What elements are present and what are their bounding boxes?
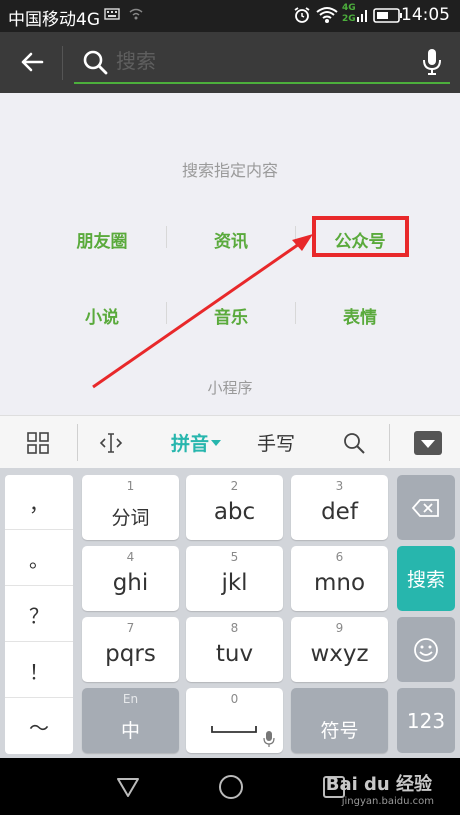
back-button[interactable]: [10, 44, 54, 80]
key-number: 4: [126, 550, 135, 564]
key-number: 6: [335, 550, 344, 564]
wifi-icon: [316, 6, 338, 28]
nav-back-button[interactable]: [108, 772, 148, 802]
key-8[interactable]: 8 tuv: [186, 617, 283, 682]
screen: 中国移动4G 4G 2G 14:05 搜索 搜索指定内容 朋友圈 资讯 公众号 …: [0, 0, 460, 815]
key-number: 5: [230, 550, 239, 564]
punct-key-period[interactable]: 。: [5, 531, 73, 586]
battery-icon: [373, 8, 403, 28]
search-icon: [82, 49, 108, 79]
keyboard-search-button[interactable]: [332, 416, 376, 469]
back-arrow-icon: [21, 52, 44, 72]
alarm-icon: [293, 6, 311, 28]
circle-home-icon: [219, 775, 243, 799]
key-number: 1: [126, 479, 135, 493]
space-key[interactable]: 0: [186, 688, 283, 753]
keyboard-status-icon: [104, 6, 120, 25]
keyboard-toolbar: 拼音 手写: [0, 415, 460, 468]
key-number: 2: [230, 479, 239, 493]
key-number: 9: [335, 621, 344, 635]
key-7[interactable]: 7 pqrs: [82, 617, 179, 682]
number-key[interactable]: 123: [397, 688, 455, 753]
triangle-back-icon: [117, 778, 139, 797]
watermark-brand: Bai du 经验: [325, 774, 432, 795]
nav-home-button[interactable]: [211, 772, 251, 802]
punct-key-tilde[interactable]: ～: [5, 699, 73, 754]
punctuation-column: ， 。 ？ ！ ～: [5, 475, 73, 754]
keyboard: ， 。 ？ ！ ～ 1 分词 2 abc 3 def 4 ghi 5 jkl 6…: [0, 468, 460, 758]
keyboard-menu-button[interactable]: [12, 416, 64, 469]
search-box[interactable]: [74, 40, 450, 84]
backspace-icon: [411, 498, 439, 517]
key-label: wxyz: [310, 641, 369, 667]
carrier-label: 中国移动4G: [8, 10, 100, 30]
clock: 14:05: [401, 5, 450, 25]
status-bar: 中国移动4G 4G 2G 14:05: [0, 0, 460, 32]
emoji-key[interactable]: [397, 617, 455, 682]
key-label: 中: [120, 720, 140, 742]
key-label: 符号: [320, 720, 359, 742]
key-label: tuv: [215, 641, 254, 667]
punct-key-question[interactable]: ？: [5, 587, 73, 642]
cursor-icon: [99, 432, 123, 453]
search-icon: [344, 432, 365, 454]
key-sublabel: En: [122, 692, 139, 706]
key-label: mno: [313, 570, 366, 596]
key-label: 分词: [111, 507, 150, 529]
toolbar-divider: [389, 424, 390, 461]
cursor-move-button[interactable]: [88, 416, 134, 469]
tab-pinyin-label: 拼音: [170, 433, 209, 455]
search-input[interactable]: [116, 46, 406, 76]
tab-pinyin[interactable]: 拼音: [164, 416, 228, 469]
search-key[interactable]: 搜索: [397, 546, 455, 611]
net-label-4g: 4G: [342, 3, 356, 13]
key-2[interactable]: 2 abc: [186, 475, 283, 540]
key-number: 8: [230, 621, 239, 635]
microphone-icon[interactable]: [422, 48, 442, 80]
chevron-down-icon: [211, 439, 221, 446]
key-number: 7: [126, 621, 135, 635]
key-6[interactable]: 6 mno: [291, 546, 388, 611]
key-label: ghi: [112, 570, 149, 596]
emoji-icon: [414, 637, 438, 662]
key-9[interactable]: 9 wxyz: [291, 617, 388, 682]
tab-handwriting[interactable]: 手写: [250, 416, 302, 469]
net-label-2g: 2G: [342, 14, 356, 24]
network-type-labels: 4G 2G: [342, 3, 356, 25]
navigation-bar: Bai du 经验 jingyan.baidu.com: [0, 758, 460, 815]
symbol-key[interactable]: 符号: [291, 688, 388, 753]
collapse-keyboard-icon: [414, 430, 442, 455]
punct-key-exclaim[interactable]: ！: [5, 643, 73, 698]
signal-icon: [356, 6, 370, 28]
watermark-url: jingyan.baidu.com: [341, 796, 434, 807]
search-header: [0, 32, 460, 93]
language-switch-key[interactable]: En 中: [82, 688, 179, 753]
key-label: jkl: [221, 570, 248, 596]
annotation-arrow: [92, 234, 313, 389]
key-1[interactable]: 1 分词: [82, 475, 179, 540]
key-number: 3: [335, 479, 344, 493]
weak-wifi-icon: [128, 6, 144, 26]
key-label: abc: [213, 499, 256, 525]
key-label: pqrs: [105, 641, 156, 667]
grid-icon: [27, 431, 49, 454]
backspace-key[interactable]: [397, 475, 455, 540]
toolbar-divider: [77, 424, 78, 461]
key-5[interactable]: 5 jkl: [186, 546, 283, 611]
microphone-icon: [263, 731, 275, 747]
hide-keyboard-button[interactable]: [404, 416, 452, 469]
key-4[interactable]: 4 ghi: [82, 546, 179, 611]
key-label: def: [321, 499, 358, 525]
header-divider: [62, 46, 63, 80]
search-scope-panel: 搜索指定内容 朋友圈 资讯 公众号 小说 音乐 表情 小程序: [0, 93, 460, 415]
punct-key-comma[interactable]: ，: [5, 475, 73, 530]
key-3[interactable]: 3 def: [291, 475, 388, 540]
